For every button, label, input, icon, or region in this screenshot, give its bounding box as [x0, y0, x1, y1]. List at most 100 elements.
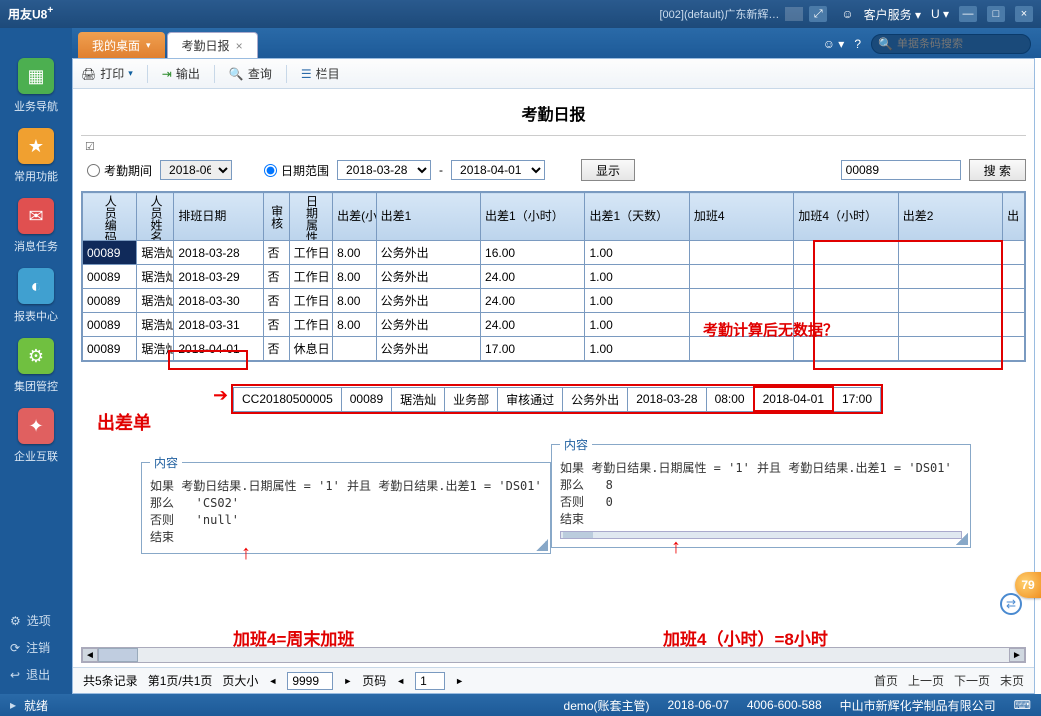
table-cell: 休息日	[289, 337, 333, 361]
query-button[interactable]: 🔍查询	[229, 65, 272, 82]
u-menu[interactable]: U ▾	[931, 7, 949, 21]
smiley-menu-icon[interactable]: ☺ ▾	[823, 37, 845, 51]
table-cell	[898, 265, 1002, 289]
codebox-ot4-content: 如果 考勤日结果.日期属性 = '1' 并且 考勤日结果.出差1 = 'DS01…	[150, 477, 542, 545]
export-icon: ⇥	[162, 67, 172, 81]
sidebar-item-5[interactable]: ✦企业互联	[6, 408, 66, 464]
sidebar-item-0[interactable]: ▦业务导航	[6, 58, 66, 114]
table-cell	[689, 337, 793, 361]
tab-desktop[interactable]: 我的桌面▾	[78, 32, 165, 58]
resize-handle-icon[interactable]	[536, 539, 548, 551]
th-trip1-days[interactable]: 出差1（天数）	[585, 193, 689, 241]
th-trip-hours[interactable]: 出差(小时)	[333, 193, 377, 241]
main-panel: 🖨打印▾ ⇥输出 🔍查询 ☰栏目 考勤日报 ☑ 考勤期间 2018-06 日期范…	[72, 58, 1035, 694]
first-page-link[interactable]: 首页	[874, 672, 898, 689]
scroll-left-button[interactable]: ◄	[82, 648, 98, 662]
sidebar-item-2[interactable]: ✉消息任务	[6, 198, 66, 254]
next-page-link[interactable]: 下一页	[954, 672, 990, 689]
table-cell	[898, 337, 1002, 361]
resize-handle-icon[interactable]	[956, 533, 968, 545]
th-emp-code[interactable]: 人员编码	[83, 193, 137, 241]
table-cell	[898, 241, 1002, 265]
search-button[interactable]: 搜 索	[969, 159, 1026, 181]
search-input[interactable]	[841, 160, 961, 180]
tab-attendance-report[interactable]: 考勤日报 ×	[167, 32, 258, 58]
period-select[interactable]: 2018-06	[160, 160, 232, 180]
codebox-scrollbar[interactable]	[560, 531, 962, 539]
th-emp-name[interactable]: 人员姓名	[137, 193, 174, 241]
page-prev-icon[interactable]: ◄	[396, 676, 405, 686]
sidebar-link-0[interactable]: ⚙选项	[0, 607, 72, 634]
page-number-input[interactable]	[415, 672, 445, 690]
th-day-attr[interactable]: 日期属性	[289, 193, 333, 241]
output-button[interactable]: ⇥输出	[162, 65, 200, 82]
table-cell: 00089	[83, 265, 137, 289]
table-row[interactable]: 00089琚浩灿2018-03-28否工作日8.00公务外出16.001.00	[83, 241, 1025, 265]
sidebar-item-label: 企业互联	[6, 448, 66, 464]
th-ot4[interactable]: 加班4	[689, 193, 793, 241]
th-last[interactable]: 出	[1003, 193, 1025, 241]
table-row[interactable]: 00089琚浩灿2018-03-29否工作日8.00公务外出24.001.00	[83, 265, 1025, 289]
table-cell: 1.00	[585, 337, 689, 361]
page-next-icon[interactable]: ►	[455, 676, 464, 686]
table-cell	[794, 337, 898, 361]
size-next-icon[interactable]: ►	[343, 676, 352, 686]
radio-date-range[interactable]: 日期范围	[264, 162, 329, 179]
table-row[interactable]: 00089琚浩灿2018-03-31否工作日8.00公务外出24.001.00	[83, 313, 1025, 337]
th-trip1-hours[interactable]: 出差1（小时）	[481, 193, 585, 241]
sidebar-link-1[interactable]: ⟳注销	[0, 634, 72, 661]
small-toggle-icon[interactable]: ☑	[81, 140, 1026, 153]
detail-cell: 00089	[341, 387, 391, 411]
trip-doc-row: CC2018050000500089琚浩灿业务部审核通过公务外出2018-03-…	[231, 384, 883, 414]
sidebar-item-label: 集团管控	[6, 378, 66, 394]
show-button[interactable]: 显示	[581, 159, 635, 181]
sidebar-collapse-icon[interactable]: ▸	[10, 698, 16, 712]
sidebar-item-1[interactable]: ★常用功能	[6, 128, 66, 184]
keyboard-icon[interactable]: ⌨	[1014, 698, 1031, 712]
th-audit[interactable]: 审核	[263, 193, 289, 241]
barcode-search-input[interactable]	[897, 38, 1017, 50]
customer-service-link[interactable]: 客户服务 ▾	[864, 6, 921, 23]
sidebar-item-3[interactable]: ◐报表中心	[6, 268, 66, 324]
prev-page-link[interactable]: 上一页	[908, 672, 944, 689]
size-prev-icon[interactable]: ◄	[268, 676, 277, 686]
tab-close-icon[interactable]: ×	[236, 39, 243, 53]
scroll-thumb[interactable]	[98, 648, 138, 662]
help-icon[interactable]: ?	[854, 37, 861, 51]
maximize-button[interactable]: □	[987, 6, 1005, 22]
sidebar-icon: ◐	[18, 268, 54, 304]
close-button[interactable]: ×	[1015, 6, 1033, 22]
minimize-button[interactable]: —	[959, 6, 977, 22]
content-h-scrollbar[interactable]: ◄ ►	[81, 647, 1026, 663]
columns-button[interactable]: ☰栏目	[301, 65, 340, 82]
teamviewer-icon[interactable]: ⇄	[1000, 593, 1022, 615]
page-size-input[interactable]	[287, 672, 333, 690]
sidebar-icon: ★	[18, 128, 54, 164]
table-cell: 工作日	[289, 289, 333, 313]
sidebar-link-2[interactable]: ↩退出	[0, 661, 72, 688]
table-cell	[1003, 265, 1025, 289]
radio-period[interactable]: 考勤期间	[87, 162, 152, 179]
print-button[interactable]: 🖨打印▾	[81, 65, 133, 82]
table-row[interactable]: 00089琚浩灿2018-04-01否休息日公务外出17.001.00	[83, 337, 1025, 361]
date-from-select[interactable]: 2018-03-28	[337, 160, 431, 180]
th-ot4-hours[interactable]: 加班4（小时）	[794, 193, 898, 241]
status-company: 中山市新辉化学制品有限公司	[840, 697, 996, 714]
table-row[interactable]: 00089琚浩灿2018-03-30否工作日8.00公务外出24.001.00	[83, 289, 1025, 313]
th-trip2[interactable]: 出差2	[898, 193, 1002, 241]
th-schedule-date[interactable]: 排班日期	[174, 193, 263, 241]
th-trip1[interactable]: 出差1	[376, 193, 480, 241]
last-page-link[interactable]: 末页	[1000, 672, 1024, 689]
expand-icon[interactable]: ⤢	[809, 6, 827, 22]
date-to-select[interactable]: 2018-04-01	[451, 160, 545, 180]
sidebar-item-label: 业务导航	[6, 98, 66, 114]
table-cell: 1.00	[585, 313, 689, 337]
sidebar-item-4[interactable]: ⚙ 集团管控	[6, 338, 66, 394]
sidebar-icon: ⚙	[18, 338, 54, 374]
scroll-right-button[interactable]: ►	[1009, 648, 1025, 662]
notification-badge[interactable]: 79	[1015, 572, 1041, 598]
barcode-search[interactable]: 🔍	[871, 34, 1031, 54]
grid-icon[interactable]	[785, 7, 803, 21]
table-cell: 工作日	[289, 265, 333, 289]
arrow-up-icon: ↑	[241, 542, 251, 565]
